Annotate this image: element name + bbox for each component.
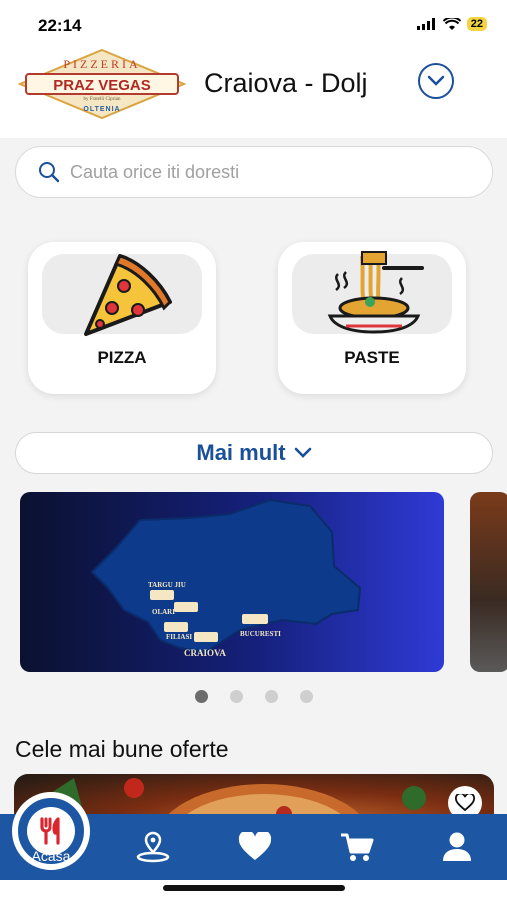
heart-icon <box>238 832 272 860</box>
romania-map: TARGU JIU OLARI FILIASI CRAIOVA BUCUREST… <box>90 498 362 658</box>
category-label: PIZZA <box>97 348 147 367</box>
svg-text:PIZZERIA: PIZZERIA <box>63 57 140 71</box>
status-time: 22:14 <box>38 16 82 35</box>
map-pin-icon <box>136 831 170 863</box>
bottom-nav: Acasa <box>0 792 507 880</box>
chevron-down-icon <box>427 75 445 86</box>
category-card-paste[interactable]: PASTE <box>278 242 466 394</box>
status-bar: 22:14 22 <box>0 0 507 46</box>
svg-text:FILIASI: FILIASI <box>166 633 192 641</box>
promo-banner-next[interactable] <box>470 492 507 672</box>
chevron-down-icon <box>294 447 311 458</box>
home-indicator <box>163 885 345 891</box>
search-input[interactable] <box>70 161 450 183</box>
svg-text:CRAIOVA: CRAIOVA <box>184 648 226 658</box>
carousel-dot[interactable] <box>230 690 243 703</box>
nav-label-acasa: Acasa <box>31 848 71 864</box>
offer-image <box>34 778 426 816</box>
svg-text:OLARI: OLARI <box>152 608 175 616</box>
search-band <box>0 138 507 206</box>
main-content: PIZZA PASTE Mai mult TARGU JIU OLARI FIL… <box>0 206 507 816</box>
category-label: PASTE <box>344 348 400 367</box>
city-select-button[interactable] <box>418 63 454 99</box>
svg-text:PRAZ VEGAS: PRAZ VEGAS <box>53 77 151 94</box>
user-icon <box>443 832 471 861</box>
svg-text:by Fratelli Ciprian: by Fratelli Ciprian <box>84 97 121 102</box>
spaghetti-plate-icon <box>327 251 424 334</box>
favorite-button[interactable] <box>448 786 482 816</box>
svg-text:OLTENIA: OLTENIA <box>83 106 120 113</box>
cart-icon <box>341 833 374 861</box>
search-icon <box>39 162 60 183</box>
pizza-slice-icon <box>84 254 172 336</box>
praz-vegas-logo[interactable]: PIZZERIA PRAZ VEGAS by Fratelli Ciprian … <box>18 48 186 120</box>
battery-badge: 22 <box>466 17 487 31</box>
carousel-dots <box>195 690 313 703</box>
nav-item-acasa[interactable]: Acasa <box>0 792 102 880</box>
wifi-icon <box>442 17 461 30</box>
carousel-dot[interactable] <box>195 690 208 703</box>
carousel-dot[interactable] <box>265 690 278 703</box>
fork-knife-icon <box>40 817 60 845</box>
offer-card[interactable] <box>14 774 494 816</box>
city-label: Craiova - Dolj <box>204 68 368 98</box>
more-categories-button[interactable]: Mai mult <box>15 432 493 474</box>
offers-section-title: Cele mai bune oferte <box>15 736 229 762</box>
signal-icon <box>416 18 435 30</box>
search-bar[interactable] <box>15 146 493 198</box>
promo-banner[interactable]: TARGU JIU OLARI FILIASI CRAIOVA BUCUREST… <box>20 492 444 672</box>
app-header: PIZZERIA PRAZ VEGAS by Fratelli Ciprian … <box>0 46 507 138</box>
nav-item-favorites[interactable] <box>230 814 280 880</box>
category-card-pizza[interactable]: PIZZA <box>28 242 216 394</box>
nav-item-profile[interactable] <box>432 814 482 880</box>
more-label: Mai mult <box>196 440 286 465</box>
svg-text:BUCURESTI: BUCURESTI <box>240 630 281 638</box>
svg-text:TARGU JIU: TARGU JIU <box>148 581 186 589</box>
heart-outline-icon <box>455 794 475 812</box>
carousel-dot[interactable] <box>300 690 313 703</box>
nav-item-cart[interactable] <box>332 814 382 880</box>
status-icons: 22 <box>416 17 487 31</box>
nav-item-locations[interactable] <box>128 814 178 880</box>
